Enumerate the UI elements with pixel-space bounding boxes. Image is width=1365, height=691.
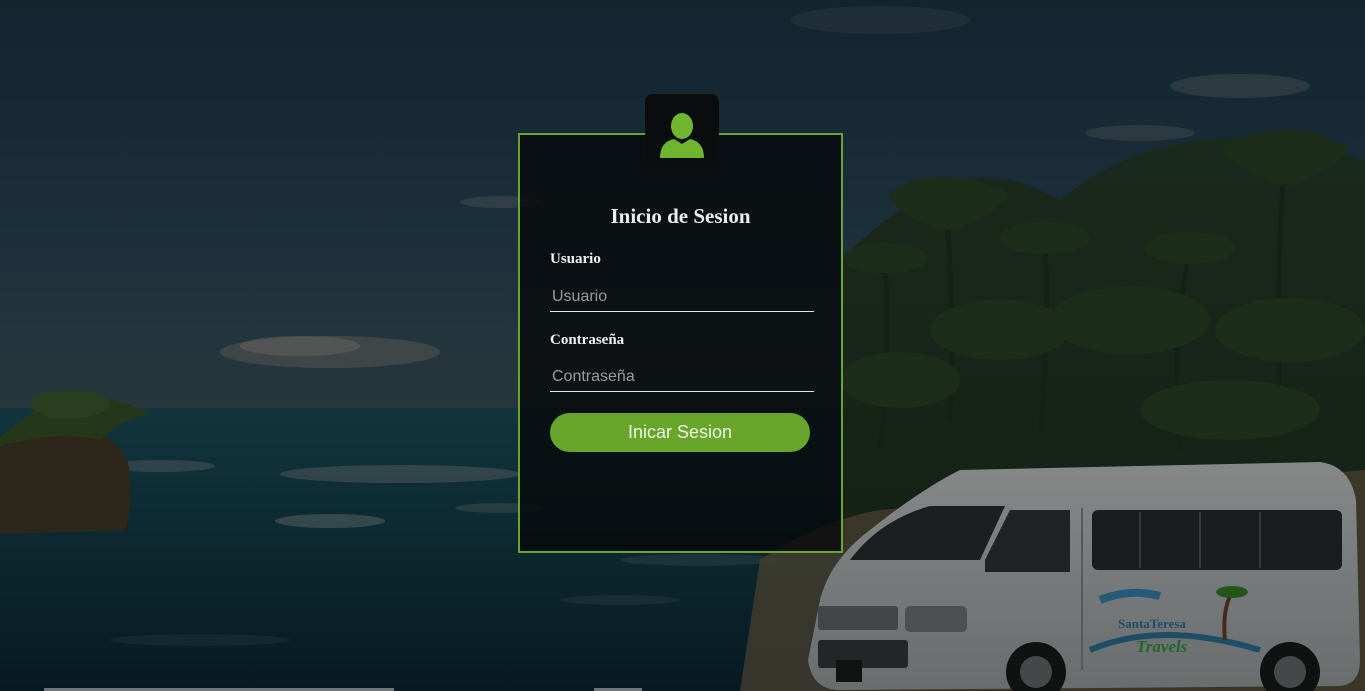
username-label: Usuario xyxy=(550,251,601,267)
user-icon xyxy=(660,113,704,158)
avatar-badge xyxy=(645,94,719,168)
username-input[interactable] xyxy=(550,282,814,312)
password-input[interactable] xyxy=(550,362,814,392)
login-page: SantaTeresa Travels Inicio de Sesion Usu… xyxy=(0,0,1365,691)
login-button[interactable]: Inicar Sesion xyxy=(550,413,810,452)
password-label: Contraseña xyxy=(550,332,625,348)
login-title: Inicio de Sesion xyxy=(610,204,751,228)
